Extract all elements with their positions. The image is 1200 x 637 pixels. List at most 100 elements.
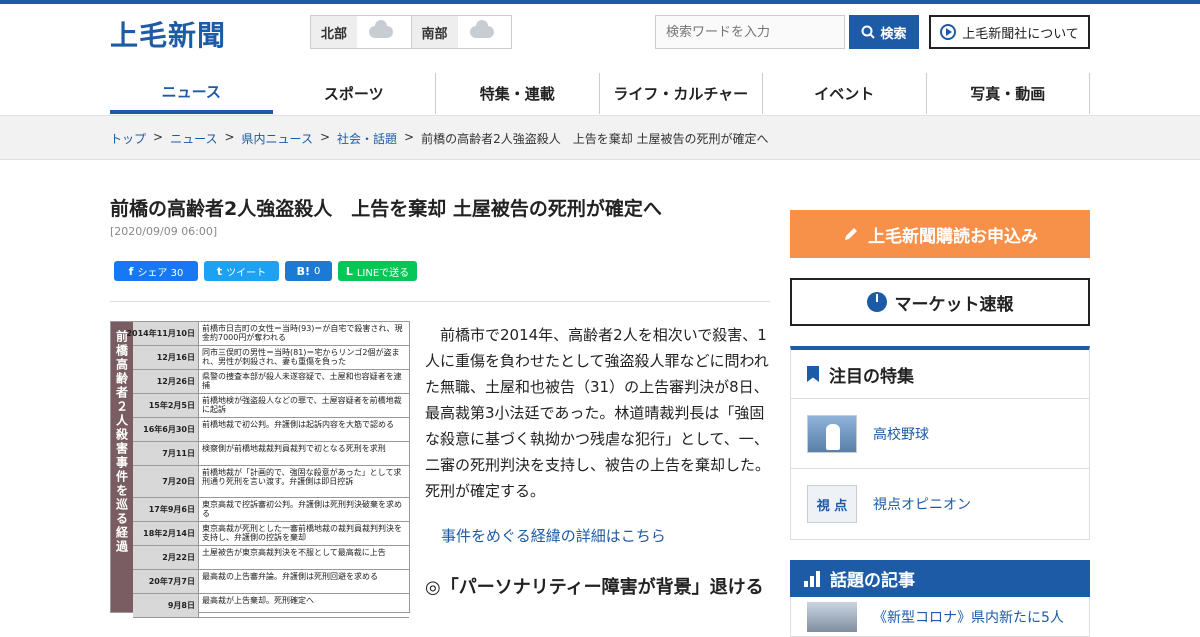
- featured-header: 注目の特集: [791, 350, 1089, 399]
- bookmark-icon: [807, 366, 819, 382]
- featured-item-label: 高校野球: [873, 426, 929, 443]
- search-icon: [861, 25, 876, 39]
- timeline-text: 土屋被告が東京高裁判決を不服として最高裁に上告: [202, 548, 386, 557]
- topic-item-label: 《新型コロナ》県内新たに5人: [873, 609, 1064, 626]
- line-share-button[interactable]: L LINEで送る: [338, 261, 417, 281]
- timeline-date: 9月8日: [133, 594, 199, 617]
- timeline-date: 16年6月30日: [133, 418, 199, 441]
- search-input[interactable]: [655, 15, 845, 49]
- divider: [110, 301, 770, 302]
- site-logo[interactable]: 上毛新聞: [110, 14, 226, 54]
- weather-south-label: 南部: [411, 16, 458, 48]
- timeline-row: 2014年11月10日 前橋市日吉町の女性＝当時(93)＝が自宅で殺害され、現金約…: [126, 322, 409, 346]
- top-accent-bar: [0, 0, 1200, 4]
- facebook-share-label: シェア 30: [137, 267, 184, 279]
- breadcrumb-separator: >: [319, 130, 331, 144]
- featured-box: 注目の特集 高校野球 視 点 視点オピニオン: [790, 346, 1090, 540]
- weather-south[interactable]: 南部: [410, 16, 512, 48]
- opinion-thumbnail: 視 点: [807, 485, 857, 523]
- line-icon: L: [345, 264, 353, 278]
- twitter-share-label: ツイート: [226, 267, 267, 279]
- breadcrumb: トップ > ニュース > 県内ニュース > 社会・話題 > 前橋の高齢者2人強盗殺人 上…: [110, 130, 769, 147]
- timeline-date: 2014年11月10日: [126, 322, 199, 345]
- timeline-row: 16年6月30日 前橋地裁で初公判。弁護側は起訴内容を大筋で認める: [133, 418, 409, 442]
- timeline-title: 前橋高齢者２人殺害事件を巡る経過: [111, 322, 133, 612]
- timeline-image: 前橋高齢者２人殺害事件を巡る経過 2014年11月10日 前橋市日吉町の女性＝当時…: [110, 321, 410, 618]
- timeline-date: 17年9月6日: [133, 498, 199, 521]
- about-button-label: 上毛新聞社について: [962, 26, 1079, 42]
- timeline-date: 15年2月5日: [133, 394, 199, 417]
- article-body: 前橋市で2014年、高齢者2人を相次いで殺害、1人に重傷を負わせたとして強盗殺人…: [425, 326, 771, 500]
- weather-north-label: 北部: [311, 16, 358, 48]
- search-button-label: 検索: [880, 25, 907, 41]
- breadcrumb-local-news[interactable]: 県内ニュース: [242, 130, 313, 147]
- timeline-text: 同市三俣町の男性＝当時(81)＝宅からリンゴ2個が盗まれ、男性が刺殺され、妻も重…: [202, 348, 400, 366]
- nav-events[interactable]: イベント: [763, 73, 927, 114]
- timeline-text: 東京高裁で控訴審初公判。弁護側は死刑判決破棄を求める: [202, 500, 402, 518]
- breadcrumb-top[interactable]: トップ: [110, 130, 146, 147]
- featured-item-baseball[interactable]: 高校野球: [791, 399, 1089, 469]
- timeline-row: 18年2月14日 東京高裁が死刑とした一審前橋地裁の裁判員裁判判決を支持し、弁護側…: [133, 522, 409, 546]
- twitter-share-button[interactable]: t ツイート: [204, 261, 279, 281]
- breadcrumb-separator: >: [404, 130, 415, 144]
- cloud-icon: [469, 20, 494, 38]
- timeline-text: 前橋地裁で初公判。弁護側は起訴内容を大筋で認める: [202, 420, 394, 429]
- market-label: マーケット速報: [894, 294, 1014, 315]
- subscribe-button[interactable]: 上毛新聞購読お申込み: [790, 210, 1090, 258]
- topic-item[interactable]: 《新型コロナ》県内新たに5人: [790, 597, 1090, 637]
- timeline-row: 15年2月5日 前橋地検が強盗殺人などの罪で、土屋容疑者を前橋地裁に起訴: [133, 394, 409, 418]
- line-share-label: LINEで送る: [356, 267, 410, 279]
- facebook-icon: f: [128, 264, 134, 278]
- hatena-bookmark-button[interactable]: B! 0: [285, 261, 332, 281]
- timeline-date: 18年2月14日: [133, 522, 199, 545]
- facebook-share-button[interactable]: f シェア 30: [114, 261, 198, 281]
- pie-chart-icon: [866, 292, 887, 312]
- article-title: 前橋の高齢者2人強盗殺人 上告を棄却 土屋被告の死刑が確定へ: [110, 198, 662, 220]
- nav-features[interactable]: 特集・連載: [436, 73, 600, 114]
- timeline-text: 最高裁が上告棄却。死刑確定へ: [202, 596, 314, 605]
- timeline-date: 7月11日: [133, 442, 199, 465]
- weather-north[interactable]: 北部: [311, 16, 411, 48]
- weather-widget: 北部 南部: [310, 15, 512, 49]
- breadcrumb-news[interactable]: ニュース: [170, 130, 217, 147]
- hatena-count: 0: [314, 265, 321, 277]
- about-button[interactable]: 上毛新聞社について: [929, 15, 1090, 49]
- timeline-row: 2月22日 土屋被告が東京高裁判決を不服として最高裁に上告: [133, 546, 409, 570]
- timeline-text: 検察側が前橋地裁裁判員裁判で初となる死刑を求刑: [202, 444, 386, 453]
- timeline-detail-link[interactable]: 事件をめぐる経緯の詳細はこちら: [441, 525, 666, 546]
- search-button[interactable]: 検索: [849, 15, 919, 49]
- market-button[interactable]: マーケット速報: [790, 278, 1090, 326]
- timeline-row: 12月26日 県警の捜査本部が殺人未遂容疑で、土屋和也容疑者を逮捕: [133, 370, 409, 394]
- timeline-text: 前橋地検が強盗殺人などの罪で、土屋容疑者を前橋地裁に起訴: [202, 396, 402, 414]
- social-share-bar: f シェア 30 t ツイート B! 0 L LINEで送る: [114, 261, 417, 281]
- nav-news[interactable]: ニュース: [110, 73, 273, 114]
- timeline-date: 20年7月7日: [133, 570, 199, 593]
- timeline-row: 9月8日 最高裁が上告棄却。死刑確定へ: [133, 594, 409, 618]
- timeline-date: 12月26日: [133, 370, 199, 393]
- breadcrumb-society[interactable]: 社会・話題: [337, 130, 397, 147]
- timeline-row: 7月20日 前橋地裁が「計画的で、強固な殺意があった」として求刑通り死刑を言い渡す…: [133, 466, 409, 498]
- featured-item-label: 視点オピニオン: [873, 497, 971, 513]
- timeline-text: 東京高裁が死刑とした一審前橋地裁の裁判員裁判判決を支持し、弁護側の控訴を棄却: [202, 524, 402, 542]
- timeline-date: 2月22日: [133, 546, 199, 569]
- nav-photo-video[interactable]: 写真・動画: [927, 73, 1090, 114]
- topics-title: 話題の記事: [830, 571, 915, 591]
- timeline-row: 20年7月7日 最高裁の上告審弁論。弁護側は死刑回避を求める: [133, 570, 409, 594]
- timeline-text: 県警の捜査本部が殺人未遂容疑で、土屋和也容疑者を逮捕: [202, 372, 402, 390]
- breadcrumb-separator: >: [153, 130, 164, 144]
- timeline-text: 最高裁の上告審弁論。弁護側は死刑回避を求める: [202, 572, 378, 581]
- featured-title: 注目の特集: [829, 366, 914, 387]
- article-subhead: ◎「パーソナリティー障害が背景」退ける: [425, 577, 764, 598]
- nav-sports[interactable]: スポーツ: [273, 73, 436, 114]
- baseball-thumbnail: [807, 414, 857, 453]
- cloud-icon: [369, 20, 394, 38]
- twitter-icon: t: [216, 264, 223, 278]
- nav-life-culture[interactable]: ライフ・カルチャー: [600, 73, 763, 114]
- topics-header: 話題の記事: [790, 560, 1090, 597]
- timeline-date: 7月20日: [133, 466, 199, 497]
- featured-item-opinion[interactable]: 視 点 視点オピニオン: [791, 469, 1089, 539]
- bar-chart-icon: [804, 570, 820, 587]
- play-circle-icon: [940, 24, 957, 40]
- article-date: [2020/09/09 06:00]: [110, 225, 218, 238]
- subscribe-label: 上毛新聞購読お申込み: [868, 226, 1038, 247]
